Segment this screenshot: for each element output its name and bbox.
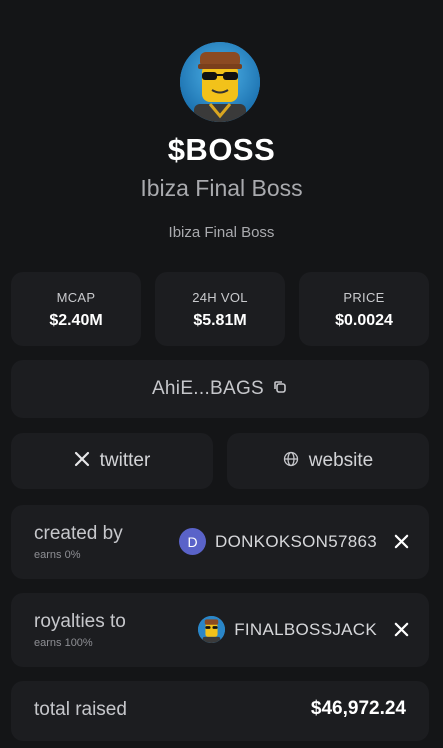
stat-mcap: MCAP $2.40M <box>11 272 141 346</box>
x-logo-icon <box>74 451 90 472</box>
stat-label: 24H VOL <box>192 290 248 305</box>
stat-price: PRICE $0.0024 <box>299 272 429 346</box>
creator-username: DONKOKSON57863 <box>215 531 377 551</box>
total-raised-row: total raised $46,972.24 <box>11 681 429 741</box>
stat-24h-vol: 24H VOL $5.81M <box>155 272 285 346</box>
royalties-username: FINALBOSSJACK <box>234 619 377 639</box>
boss-character-image <box>180 42 260 122</box>
royalties-label: royalties to <box>34 611 126 632</box>
created-by-label: created by <box>34 523 123 544</box>
creator-user[interactable]: D DONKOKSON57863 <box>179 528 409 555</box>
stat-value: $5.81M <box>193 312 247 329</box>
royalties-user[interactable]: FINALBOSSJACK <box>198 616 409 643</box>
royalties-x-icon[interactable] <box>394 622 409 637</box>
token-avatar <box>180 42 260 122</box>
stat-label: PRICE <box>343 290 385 305</box>
website-link-button[interactable]: website <box>227 433 429 489</box>
stat-value: $0.0024 <box>335 312 393 329</box>
royalties-earns: earns 100% <box>34 637 93 649</box>
token-description: Ibiza Final Boss <box>168 224 275 241</box>
creator-earns: earns 0% <box>34 549 81 561</box>
contract-address-button[interactable]: AhiE...BAGS <box>11 360 429 418</box>
twitter-link-button[interactable]: twitter <box>11 433 213 489</box>
contract-address: AhiE...BAGS <box>151 378 265 399</box>
creator-avatar: D <box>179 528 206 555</box>
token-name: Ibiza Final Boss <box>140 175 303 201</box>
royalties-avatar <box>198 616 226 643</box>
globe-icon <box>283 451 299 472</box>
copy-icon <box>272 379 288 400</box>
creator-x-icon[interactable] <box>394 534 409 549</box>
royalties-row: royalties to earns 100% FINALBOSSJACK <box>11 593 429 667</box>
created-by-row: created by earns 0% D DONKOKSON57863 <box>11 505 429 579</box>
website-label: website <box>308 450 374 471</box>
twitter-label: twitter <box>99 450 151 471</box>
total-raised-value: $46,972.24 <box>310 698 406 719</box>
total-raised-label: total raised <box>34 699 127 720</box>
stat-label: MCAP <box>56 290 96 305</box>
token-ticker: $BOSS <box>167 132 276 167</box>
stat-value: $2.40M <box>49 312 103 329</box>
